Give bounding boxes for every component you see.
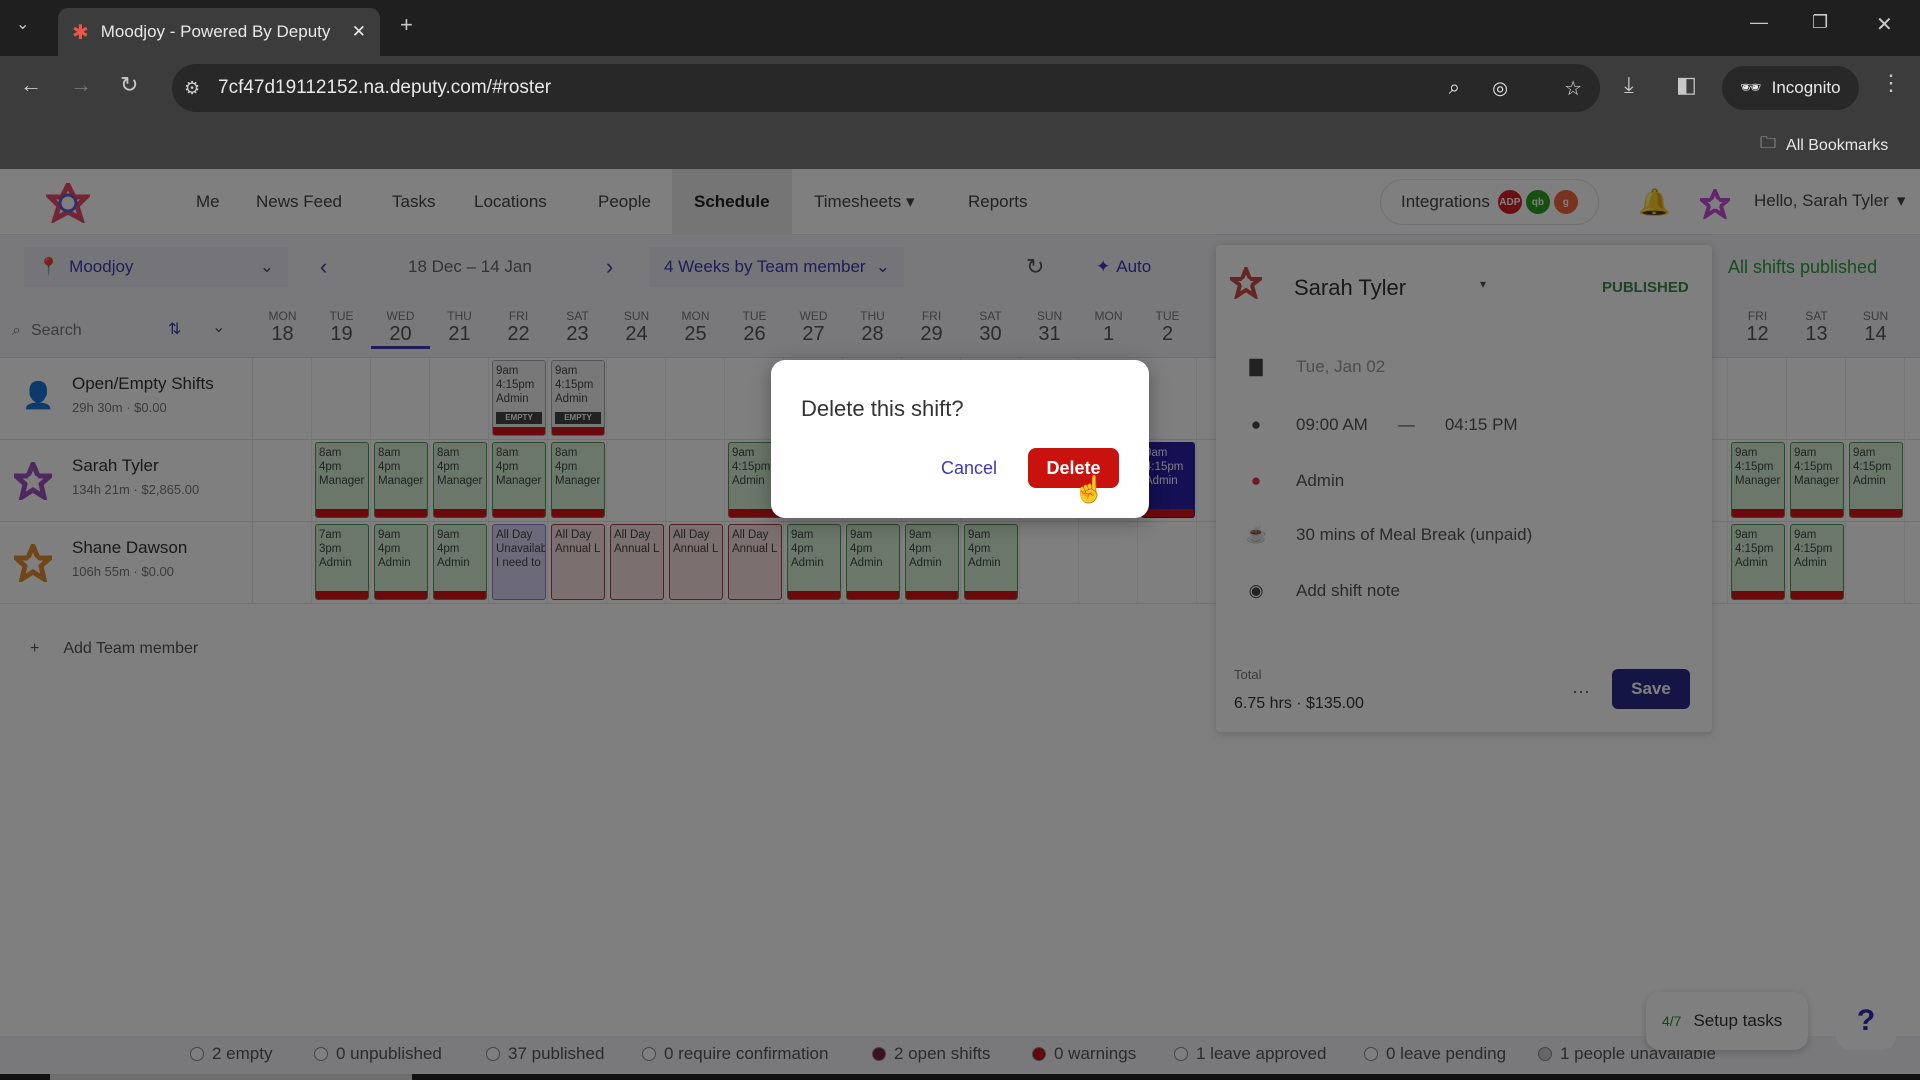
- hand-cursor-icon: ☝: [1073, 474, 1106, 504]
- download-icon[interactable]: ⤓: [1624, 72, 1634, 98]
- incognito-icon: 🕶: [1740, 78, 1762, 97]
- tab-title: Moodjoy - Powered By Deputy: [100, 22, 331, 41]
- browser-tab-bar: ⌄ ✱ Moodjoy - Powered By Deputy ✕ + — ❐ …: [0, 0, 1920, 56]
- zoom-icon[interactable]: ⌕: [1449, 77, 1460, 100]
- reload-icon[interactable]: ↻: [120, 72, 138, 98]
- minimize-icon[interactable]: —: [1750, 12, 1768, 33]
- folder-icon: 🗀: [1760, 135, 1777, 152]
- cancel-button[interactable]: Cancel: [931, 452, 1007, 485]
- window-close-icon[interactable]: ✕: [1876, 12, 1893, 37]
- dialog-title: Delete this shift?: [801, 396, 964, 421]
- incognito-badge[interactable]: 🕶 Incognito: [1722, 66, 1859, 110]
- modal-backdrop[interactable]: [0, 169, 1920, 1080]
- delete-shift-dialog: Delete this shift? Cancel Delete ☝: [771, 360, 1149, 518]
- new-tab-icon[interactable]: +: [400, 12, 413, 38]
- all-bookmarks-button[interactable]: 🗀 All Bookmarks: [1760, 132, 1888, 159]
- url-input[interactable]: ⚙ 7cf47d19112152.na.deputy.com/#roster ⌕…: [172, 64, 1600, 112]
- tracking-eye-icon[interactable]: ◎: [1492, 78, 1508, 99]
- restore-icon[interactable]: ❐: [1812, 12, 1828, 33]
- site-settings-icon[interactable]: ⚙: [184, 78, 200, 99]
- bookmarks-bar: 🗀 All Bookmarks: [0, 120, 1920, 169]
- deputy-favicon-icon: ✱: [72, 21, 89, 44]
- tab-close-icon[interactable]: ✕: [352, 22, 366, 42]
- bookmark-star-icon[interactable]: ☆: [1564, 76, 1582, 101]
- incognito-label: Incognito: [1771, 78, 1841, 97]
- back-icon[interactable]: ←: [20, 72, 42, 98]
- url-text: 7cf47d19112152.na.deputy.com/#roster: [218, 77, 552, 98]
- tab-list-icon[interactable]: ⌄: [16, 14, 29, 34]
- all-bookmarks-label: All Bookmarks: [1786, 136, 1889, 154]
- forward-icon[interactable]: →: [70, 72, 92, 98]
- side-panel-icon[interactable]: ◧: [1676, 72, 1697, 98]
- browser-tab[interactable]: ✱ Moodjoy - Powered By Deputy ✕: [58, 8, 380, 56]
- address-bar-row: ← → ↻ ⚙ 7cf47d19112152.na.deputy.com/#ro…: [0, 56, 1920, 120]
- browser-menu-icon[interactable]: ⋮: [1880, 70, 1902, 96]
